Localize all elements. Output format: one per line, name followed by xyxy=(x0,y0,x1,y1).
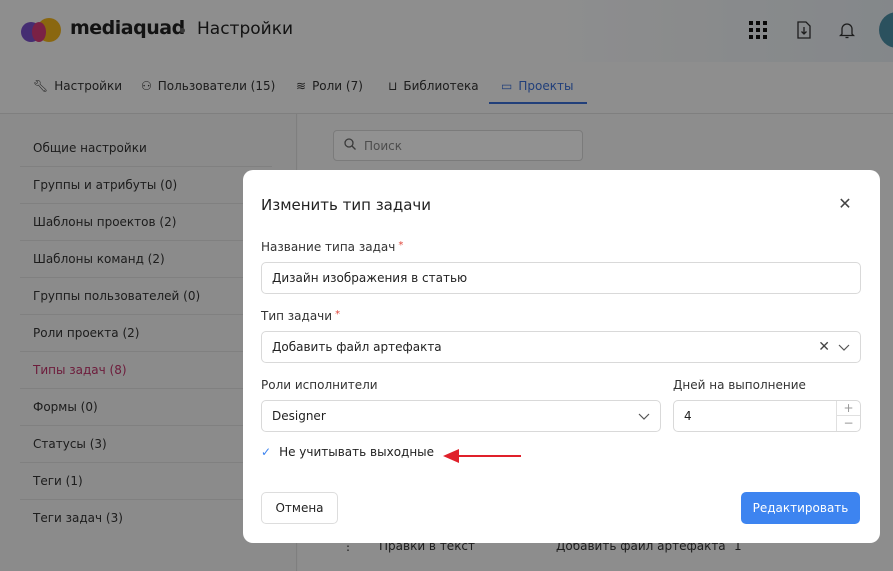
chevron-down-icon xyxy=(638,413,650,420)
task-type-name-input[interactable]: Дизайн изображения в статью xyxy=(261,262,861,294)
days-label: Дней на выполнение xyxy=(673,378,806,392)
close-icon[interactable]: ✕ xyxy=(835,194,855,214)
cancel-button[interactable]: Отмена xyxy=(261,492,338,524)
modal-title: Изменить тип задачи xyxy=(261,196,432,214)
days-stepper[interactable]: 4 + − xyxy=(673,400,861,432)
decrement-button[interactable]: − xyxy=(837,416,860,431)
chevron-down-icon xyxy=(838,344,850,351)
type-label: Тип задачи * xyxy=(261,309,341,323)
task-type-select[interactable]: Добавить файл артефакта ✕ xyxy=(261,331,861,363)
exclude-weekends-checkbox[interactable]: ✓ Не учитывать выходные xyxy=(261,445,434,459)
increment-button[interactable]: + xyxy=(837,401,860,416)
annotation-arrow-icon xyxy=(443,449,521,463)
clear-icon[interactable]: ✕ xyxy=(818,339,830,355)
roles-label: Роли исполнители xyxy=(261,378,378,392)
name-label: Название типа задач * xyxy=(261,240,404,254)
edit-task-type-modal: Изменить тип задачи ✕ Название типа зада… xyxy=(243,170,880,543)
checkmark-icon: ✓ xyxy=(261,445,272,459)
submit-button[interactable]: Редактировать xyxy=(741,492,860,524)
roles-select[interactable]: Designer xyxy=(261,400,661,432)
